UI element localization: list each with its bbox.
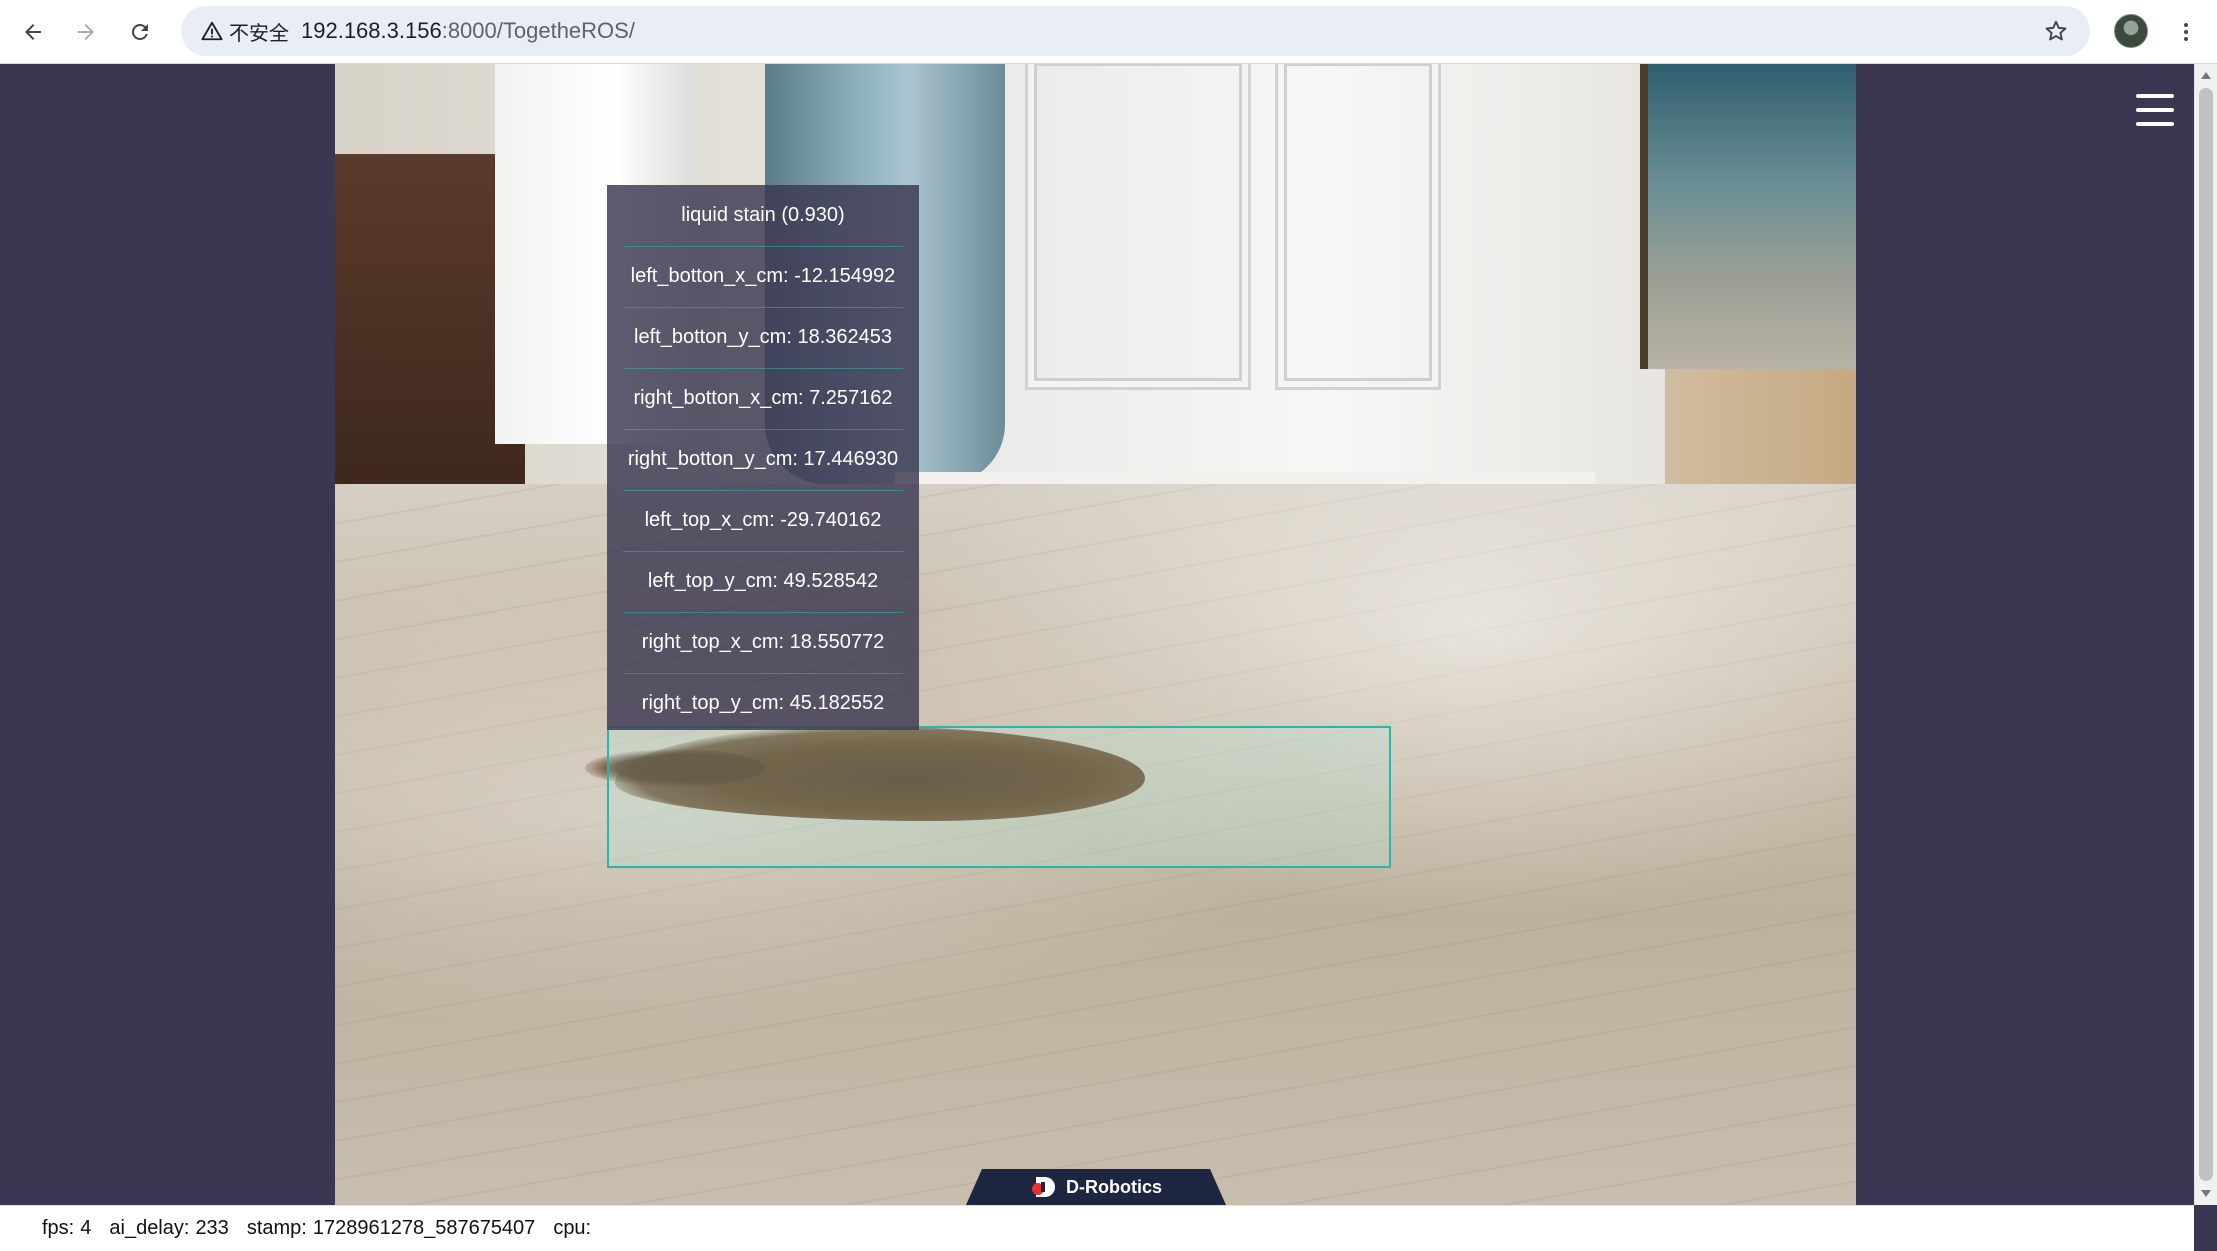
brand-tab: D-Robotics bbox=[966, 1169, 1226, 1205]
vertical-dots-icon bbox=[2184, 23, 2188, 41]
security-indicator[interactable]: 不安全 bbox=[191, 13, 303, 49]
detection-field: left_botton_y_cm: 18.362453 bbox=[607, 307, 919, 368]
scene-painting bbox=[1640, 64, 1856, 369]
stamp-readout: stamp: 1728961278_587675407 bbox=[247, 1217, 536, 1240]
detection-bounding-box bbox=[607, 726, 1391, 868]
reload-icon bbox=[131, 23, 148, 40]
d-robotics-logo-icon bbox=[1030, 1175, 1058, 1199]
stamp-value: 1728961278_587675407 bbox=[312, 1217, 536, 1239]
fps-readout: fps: 4 bbox=[42, 1217, 91, 1240]
warning-triangle-icon bbox=[201, 21, 223, 41]
security-label: 不安全 bbox=[229, 22, 289, 45]
back-button[interactable] bbox=[13, 12, 53, 52]
url-host: 192.168.3.156 bbox=[301, 18, 442, 43]
detection-field: left_top_x_cm: -29.740162 bbox=[607, 490, 919, 551]
scene-door-panel bbox=[1025, 64, 1251, 390]
url-path: :8000/TogetheROS/ bbox=[441, 18, 635, 43]
stamp-label: stamp: bbox=[246, 1217, 307, 1239]
arrow-right-icon bbox=[78, 24, 94, 40]
reload-button[interactable] bbox=[120, 12, 160, 52]
detection-field: right_botton_y_cm: 17.446930 bbox=[607, 429, 919, 490]
scrollbar-thumb[interactable] bbox=[2199, 88, 2213, 1181]
fps-value: 4 bbox=[80, 1217, 92, 1239]
address-bar[interactable]: 不安全 192.168.3.156:8000/TogetheROS/ bbox=[181, 6, 2090, 56]
scroll-up-icon[interactable] bbox=[2201, 72, 2211, 79]
detection-field: left_top_y_cm: 49.528542 bbox=[607, 551, 919, 612]
detection-field: right_botton_x_cm: 7.257162 bbox=[607, 368, 919, 429]
vertical-scrollbar[interactable] bbox=[2194, 64, 2217, 1205]
scroll-down-icon[interactable] bbox=[2201, 1190, 2211, 1197]
browser-menu-button[interactable] bbox=[2166, 12, 2206, 52]
ai-delay-label: ai_delay: bbox=[109, 1217, 190, 1239]
profile-avatar[interactable] bbox=[2114, 14, 2148, 48]
ai-delay-readout: ai_delay: 233 bbox=[109, 1217, 228, 1240]
hamburger-menu-icon[interactable] bbox=[2136, 94, 2174, 128]
scene-door bbox=[985, 64, 1665, 504]
detection-field: left_botton_x_cm: -12.154992 bbox=[607, 246, 919, 307]
detection-info-panel: liquid stain (0.930) left_botton_x_cm: -… bbox=[607, 185, 919, 730]
arrow-left-icon bbox=[25, 24, 41, 40]
ai-delay-value: 233 bbox=[195, 1217, 229, 1239]
brand-name: D-Robotics bbox=[1066, 1176, 1162, 1197]
bookmark-button[interactable] bbox=[2036, 11, 2076, 51]
detection-field: right_top_y_cm: 45.182552 bbox=[607, 673, 919, 734]
detection-title: liquid stain (0.930) bbox=[681, 204, 845, 226]
url-text[interactable]: 192.168.3.156:8000/TogetheROS/ bbox=[301, 6, 635, 56]
star-icon bbox=[2045, 20, 2067, 41]
detection-field: right_top_x_cm: 18.550772 bbox=[607, 612, 919, 673]
scene-door-panel bbox=[1275, 64, 1441, 390]
cpu-readout: cpu: bbox=[553, 1217, 597, 1240]
fps-label: fps: bbox=[42, 1217, 75, 1239]
page-viewport: liquid stain (0.930) left_botton_x_cm: -… bbox=[0, 64, 2194, 1205]
forward-button[interactable] bbox=[66, 12, 106, 52]
cpu-label: cpu: bbox=[553, 1217, 592, 1239]
status-bar: fps: 4 ai_delay: 233 stamp: 1728961278_5… bbox=[0, 1205, 2194, 1251]
camera-stream-image: liquid stain (0.930) left_botton_x_cm: -… bbox=[335, 64, 1856, 1205]
browser-toolbar: 不安全 192.168.3.156:8000/TogetheROS/ bbox=[0, 0, 2217, 64]
